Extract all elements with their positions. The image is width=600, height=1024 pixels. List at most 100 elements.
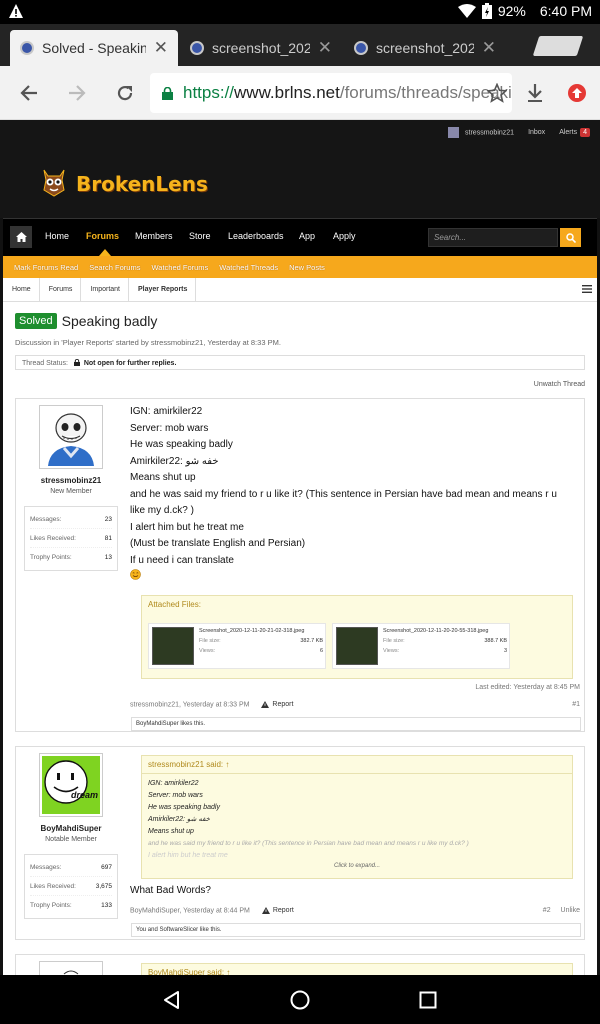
attachment-2[interactable]: Screenshot_2020-12-11-20-20-55-318.jpeg … [332, 623, 510, 669]
new-tab-button[interactable] [532, 36, 584, 56]
back-triangle-icon[interactable] [161, 989, 183, 1011]
solved-prefix-badge[interactable]: Solved [15, 313, 57, 329]
nav-forums[interactable]: Forums [86, 231, 119, 241]
unwatch-thread-link[interactable]: Unwatch Thread [534, 381, 585, 388]
inbox-link[interactable]: Inbox [528, 129, 545, 136]
site-header: BrokenLens [0, 144, 600, 218]
search-forums-link[interactable]: Search Forums [89, 263, 140, 272]
post-number[interactable]: #1 [572, 701, 580, 708]
avatar-text: dream [71, 790, 98, 800]
thread-title-text: Speaking badly [61, 313, 158, 329]
search-button[interactable] [560, 228, 581, 247]
stat-trophy-points: Trophy Points: 13 [30, 548, 112, 567]
username[interactable]: stressmobinz21 [24, 476, 118, 485]
breadcrumb-player-reports[interactable]: Player Reports [129, 277, 197, 302]
avatar[interactable] [39, 405, 103, 469]
unlike-link[interactable]: Unlike [561, 907, 580, 914]
size-label: File size: [383, 638, 405, 644]
nav-store[interactable]: Store [189, 231, 211, 241]
quote-author-link[interactable]: stressmobinz21 said: ↑ [142, 756, 572, 774]
thread-status-label: Thread Status: [22, 360, 68, 367]
tab-screenshot-2[interactable]: screenshot_2020-12-11 ✕ [344, 30, 506, 66]
close-tab-icon[interactable]: ✕ [318, 38, 332, 58]
likes-summary[interactable]: BoyMahdiSuper likes this. [131, 717, 581, 731]
tab-title: screenshot_2020-12-11 [212, 40, 310, 56]
nav-apply[interactable]: Apply [333, 231, 356, 241]
hamburger-menu-icon[interactable] [582, 284, 592, 294]
avatar[interactable] [39, 961, 103, 975]
breadcrumb-important[interactable]: Important [81, 277, 129, 302]
message-line: Amirkiler22: خفه شو [130, 455, 219, 467]
post-1: stressmobinz21 New Member Messages: 23 Li… [15, 398, 585, 732]
quote-author-link[interactable]: BoyMahdiSuper said: ↑ [142, 964, 572, 975]
watched-forums-link[interactable]: Watched Forums [151, 263, 208, 272]
close-tab-icon[interactable]: ✕ [154, 38, 168, 58]
user-stats: Messages: 23 Likes Received: 81 Trophy Poi… [24, 506, 118, 571]
download-button[interactable] [520, 78, 550, 108]
recents-square-icon[interactable] [417, 989, 439, 1011]
stat-value[interactable]: 13 [105, 554, 112, 561]
sans-avatar-icon [42, 408, 100, 466]
reload-icon [117, 85, 133, 101]
alerts-link[interactable]: Alerts 4 [559, 127, 590, 137]
stat-value[interactable]: 697 [101, 864, 112, 871]
stat-label: Likes Received: [30, 534, 76, 542]
views-label: Views: [199, 648, 216, 654]
arrow-left-icon [20, 85, 37, 101]
home-circle-icon[interactable] [289, 989, 311, 1011]
attachment-thumbnail[interactable] [336, 627, 378, 665]
mark-forums-read-link[interactable]: Mark Forums Read [14, 263, 78, 272]
username[interactable]: BoyMahdiSuper [24, 824, 118, 833]
site-logo[interactable]: BrokenLens [76, 172, 208, 196]
wifi-icon [457, 4, 476, 18]
nav-app[interactable]: App [299, 231, 315, 241]
stat-value: 81 [104, 534, 112, 542]
address-bar[interactable]: https://www.brlns.net/forums/threads/spe… [150, 73, 512, 113]
stat-value[interactable]: 23 [105, 516, 112, 523]
post-number[interactable]: #2 [543, 907, 551, 914]
user-title: New Member [50, 488, 92, 495]
watched-threads-link[interactable]: Watched Threads [219, 263, 278, 272]
nav-home[interactable]: Home [45, 231, 69, 241]
report-link[interactable]: Report [261, 907, 294, 914]
post-author-date[interactable]: BoyMahdiSuper, Yesterday at 8:44 PM [130, 907, 250, 914]
post-2: dream BoyMahdiSuper Notable Member Messa… [15, 746, 585, 940]
tab-solved-speaking-badly[interactable]: Solved - Speaking badly ✕ [10, 30, 178, 66]
nav-leaderboards[interactable]: Leaderboards [228, 231, 284, 241]
message-line: like my d.ck? ) [130, 505, 194, 516]
click-to-expand-link[interactable]: Click to expand... [148, 860, 566, 872]
star-outline-icon [487, 83, 507, 103]
breadcrumb-home[interactable]: Home [3, 277, 40, 302]
quote-line: Means shut up [148, 828, 194, 835]
breadcrumb-forums[interactable]: Forums [40, 277, 82, 302]
bookmark-button[interactable] [482, 78, 512, 108]
nav-members[interactable]: Members [135, 231, 173, 241]
close-tab-icon[interactable]: ✕ [482, 38, 496, 58]
post-author-date[interactable]: stressmobinz21, Yesterday at 8:33 PM [130, 701, 249, 708]
attachment-filename[interactable]: Screenshot_2020-12-11-20-21-02-318.jpeg [199, 628, 304, 634]
quote-line: and he was said my friend to r u like it… [148, 840, 469, 847]
attachment-filename[interactable]: Screenshot_2020-12-11-20-20-55-318.jpeg [383, 628, 488, 634]
smile-emoji-icon [130, 569, 141, 580]
back-button[interactable] [14, 78, 44, 108]
report-link[interactable]: Report [261, 701, 293, 708]
logo-mascot-icon [43, 169, 65, 197]
search-input[interactable]: Search... [428, 228, 558, 247]
forward-button[interactable] [62, 78, 92, 108]
active-nav-caret [99, 249, 111, 256]
likes-summary[interactable]: You and SoftwareSlicer like this. [131, 923, 581, 937]
alerts-label: Alerts [559, 128, 578, 136]
new-posts-link[interactable]: New Posts [289, 263, 325, 272]
account-link[interactable]: stressmobinz21 [448, 126, 514, 138]
stat-label: Trophy Points: [30, 554, 72, 561]
attachment-thumbnail[interactable] [152, 627, 194, 665]
attached-files: Attached Files: Screenshot_2020-12-11-20… [141, 595, 573, 679]
tab-screenshot-1[interactable]: screenshot_2020-12-11 ✕ [180, 30, 342, 66]
attachment-1[interactable]: Screenshot_2020-12-11-20-21-02-318.jpeg … [148, 623, 326, 669]
stat-value[interactable]: 133 [101, 902, 112, 909]
reload-button[interactable] [110, 78, 140, 108]
avatar[interactable]: dream [39, 753, 103, 817]
update-button[interactable] [562, 78, 592, 108]
home-button[interactable] [10, 226, 32, 248]
stat-label: Messages: [30, 515, 62, 523]
